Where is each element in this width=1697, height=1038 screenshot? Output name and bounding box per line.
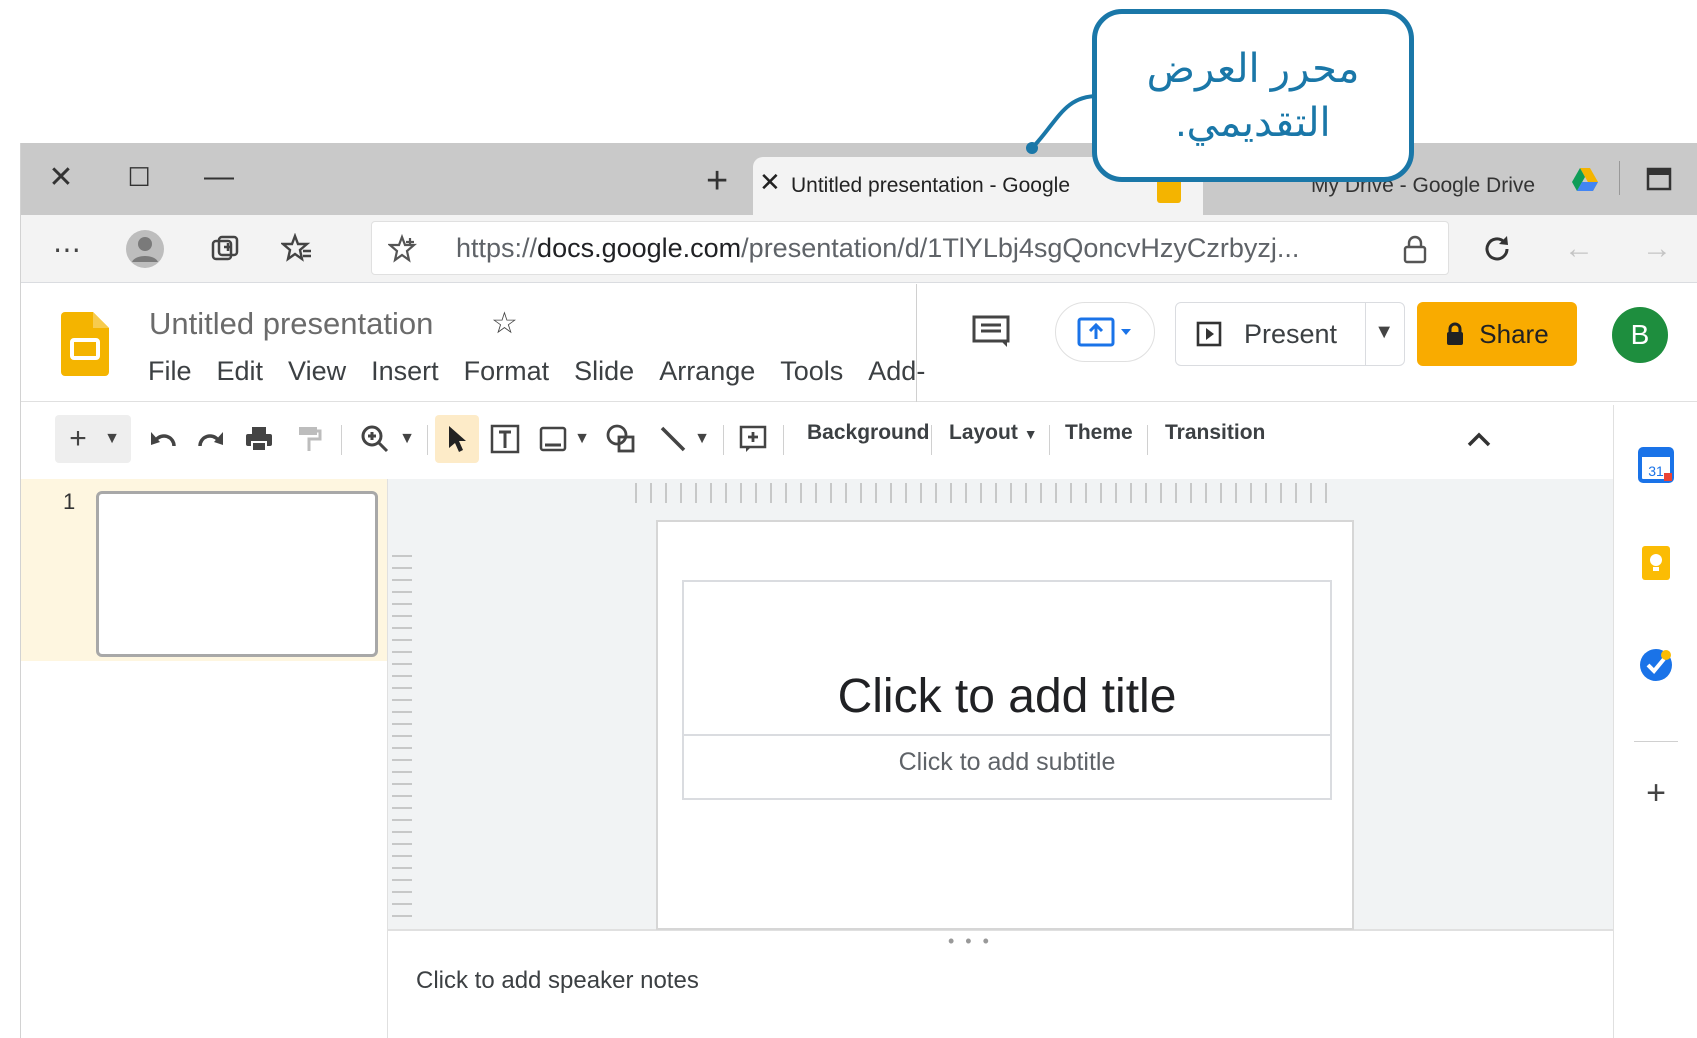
forward-arrow-icon[interactable]: → <box>1637 229 1677 269</box>
speaker-notes-placeholder[interactable]: Click to add speaker notes <box>416 967 699 995</box>
slide-filmstrip: 1 <box>21 479 387 1038</box>
background-button[interactable]: Background <box>807 421 930 445</box>
print-icon[interactable] <box>239 415 279 463</box>
side-panel: 31 + <box>1613 405 1697 1038</box>
callout-bubble: محرر العرض التقديمي. <box>1092 9 1414 182</box>
menu-slide[interactable]: Slide <box>574 356 634 387</box>
zoom-icon[interactable] <box>355 415 395 463</box>
new-tab-button[interactable]: + <box>706 161 728 201</box>
chevron-up-icon[interactable] <box>1459 415 1499 463</box>
minimize-window-button[interactable]: — <box>197 155 241 199</box>
present-to-meeting-button[interactable] <box>1055 302 1155 362</box>
slide-canvas[interactable]: Click to add title Click to add subtitle <box>656 520 1354 930</box>
share-button[interactable]: Share <box>1417 302 1577 366</box>
image-icon[interactable] <box>533 415 573 463</box>
menu-tools[interactable]: Tools <box>780 356 843 387</box>
menu-edit[interactable]: Edit <box>217 356 264 387</box>
present-label: Present <box>1244 318 1338 349</box>
lock-icon[interactable] <box>1402 234 1428 264</box>
vertical-ruler[interactable] <box>392 547 412 917</box>
close-window-button[interactable]: ✕ <box>39 155 83 199</box>
line-icon[interactable] <box>653 415 693 463</box>
subtitle-placeholder[interactable]: Click to add subtitle <box>899 748 1116 777</box>
transition-button[interactable]: Transition <box>1165 421 1265 445</box>
refresh-icon[interactable] <box>1477 229 1517 269</box>
slide-thumbnail[interactable] <box>96 491 378 657</box>
editing-toolbar: + ▼ ▼ ▼ ▼ Background Layout ▼ Theme Tran… <box>55 405 1605 475</box>
url-domain: docs.google.com <box>537 232 742 263</box>
maximize-window-button[interactable]: ☐ <box>117 155 161 199</box>
tab-title: Untitled presentation - Google <box>791 174 1070 197</box>
menu-arrange[interactable]: Arrange <box>659 356 755 387</box>
new-slide-icon[interactable]: + <box>61 415 95 463</box>
url-prefix: https:// <box>456 232 538 263</box>
keep-icon[interactable] <box>1636 543 1676 583</box>
favorites-icon[interactable] <box>277 229 317 269</box>
url-field[interactable]: https://docs.google.com/presentation/d/1… <box>371 221 1449 275</box>
menu-file[interactable]: File <box>148 356 192 387</box>
callout-line-1: محرر العرض <box>1146 46 1360 91</box>
horizontal-ruler[interactable] <box>635 483 1335 503</box>
more-options-icon[interactable]: ⋯ <box>47 229 87 269</box>
line-dropdown-icon[interactable]: ▼ <box>691 415 713 463</box>
add-favorite-icon[interactable] <box>388 234 418 264</box>
google-slides-logo[interactable] <box>61 312 109 376</box>
text-box-icon[interactable] <box>485 415 525 463</box>
zoom-dropdown-icon[interactable]: ▼ <box>395 415 419 463</box>
redo-icon[interactable] <box>191 415 231 463</box>
menu-format[interactable]: Format <box>464 356 550 387</box>
back-arrow-icon[interactable]: ← <box>1559 229 1599 269</box>
avatar[interactable]: B <box>1612 307 1668 363</box>
speaker-notes-panel[interactable]: • • • Click to add speaker notes <box>387 929 1613 1038</box>
url-path: /presentation/d/1TlYLbj4sgQoncvHzyCzrbyz… <box>741 232 1300 263</box>
tab-actions-icon[interactable] <box>1645 165 1673 193</box>
document-title[interactable]: Untitled presentation <box>149 306 433 342</box>
calendar-icon[interactable]: 31 <box>1636 445 1676 485</box>
image-dropdown-icon[interactable]: ▼ <box>571 415 593 463</box>
callout-line-2: التقديمي. <box>1175 100 1331 145</box>
menu-bar: File Edit View Insert Format Slide Arran… <box>148 356 950 387</box>
title-placeholder-box[interactable]: Click to add title <box>682 580 1332 736</box>
address-bar: ⋯ https://docs.google.com/presentation/d… <box>21 215 1697 283</box>
add-addon-icon[interactable]: + <box>1636 773 1676 813</box>
theme-button[interactable]: Theme <box>1065 421 1133 445</box>
menu-view[interactable]: View <box>288 356 346 387</box>
undo-icon[interactable] <box>143 415 183 463</box>
tab-bar: ✕ ☐ — + ✕ Untitled presentation - Google… <box>21 143 1697 215</box>
menu-insert[interactable]: Insert <box>371 356 439 387</box>
layout-button[interactable]: Layout ▼ <box>949 421 1038 445</box>
comment-history-icon[interactable] <box>971 314 1011 350</box>
star-icon[interactable]: ☆ <box>491 306 518 341</box>
notes-resize-handle[interactable]: • • • <box>948 931 992 952</box>
tasks-icon[interactable] <box>1636 645 1676 685</box>
collections-icon[interactable] <box>205 229 245 269</box>
present-dropdown-icon[interactable]: ▼ <box>1374 321 1394 344</box>
select-tool-icon[interactable] <box>435 415 479 463</box>
slide-number: 1 <box>63 489 76 514</box>
slides-header: Untitled presentation ☆ File Edit View I… <box>21 284 1697 402</box>
share-label: Share <box>1479 318 1549 349</box>
profile-icon[interactable] <box>125 229 165 269</box>
shape-icon[interactable] <box>601 415 641 463</box>
svg-text:31: 31 <box>1648 463 1664 479</box>
close-tab-icon[interactable]: ✕ <box>759 167 781 198</box>
new-slide-dropdown-icon[interactable]: ▼ <box>99 415 125 463</box>
subtitle-placeholder-box[interactable]: Click to add subtitle <box>682 736 1332 800</box>
google-drive-icon <box>1571 167 1599 193</box>
present-button[interactable]: Present ▼ <box>1175 302 1405 366</box>
add-comment-icon[interactable] <box>733 415 773 463</box>
paint-format-icon[interactable] <box>289 415 329 463</box>
title-placeholder[interactable]: Click to add title <box>838 669 1177 724</box>
